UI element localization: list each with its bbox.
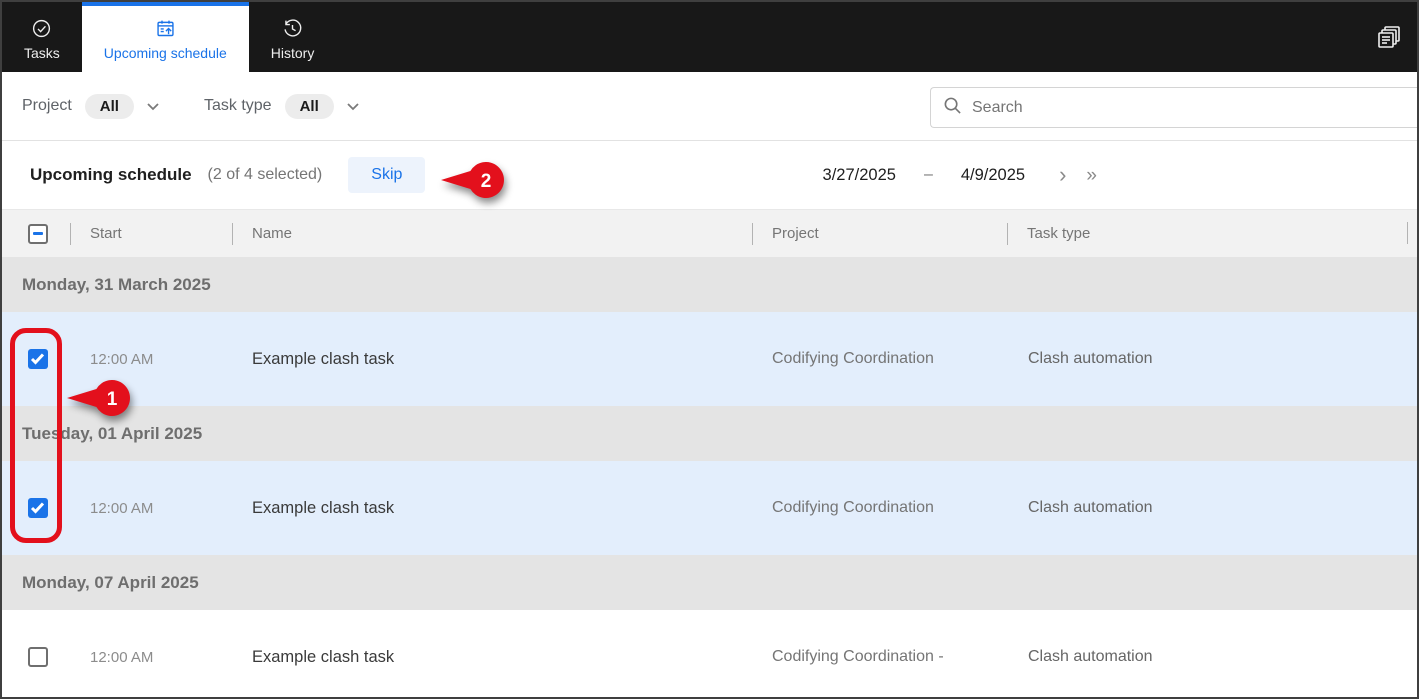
skip-button[interactable]: Skip bbox=[348, 157, 426, 193]
cell-project: Codifying Coordination bbox=[772, 499, 934, 516]
tab-label: History bbox=[270, 44, 315, 61]
table-row[interactable]: 12:00 AM Example clash task Codifying Co… bbox=[2, 610, 1417, 697]
cell-name: Example clash task bbox=[252, 349, 395, 368]
date-range: 3/27/2025 – 4/9/2025 › » bbox=[823, 164, 1097, 186]
project-filter-label: Project bbox=[22, 97, 72, 114]
column-header-project[interactable]: Project bbox=[752, 222, 1007, 246]
group-row: Monday, 31 March 2025 bbox=[2, 257, 1417, 312]
row-checkbox[interactable] bbox=[28, 647, 48, 667]
next-period-icon[interactable]: › bbox=[1059, 164, 1066, 186]
table-header: Start Name Project Task type bbox=[2, 210, 1417, 257]
date-separator: – bbox=[923, 166, 933, 183]
upcoming-schedule-panel: Tasks Upcoming schedule History Project bbox=[0, 0, 1419, 699]
cell-task-type: Clash automation bbox=[1028, 648, 1153, 665]
cell-task-type: Clash automation bbox=[1028, 350, 1153, 367]
tab-tasks[interactable]: Tasks bbox=[2, 2, 82, 72]
cell-name: Example clash task bbox=[252, 498, 395, 517]
group-row: Monday, 07 April 2025 bbox=[2, 555, 1417, 610]
row-checkbox[interactable] bbox=[28, 498, 48, 518]
history-icon bbox=[282, 18, 304, 40]
tab-upcoming-schedule[interactable]: Upcoming schedule bbox=[81, 2, 249, 72]
column-header-start[interactable]: Start bbox=[70, 222, 232, 246]
cell-task-type: Clash automation bbox=[1028, 499, 1153, 516]
date-to[interactable]: 4/9/2025 bbox=[961, 166, 1025, 185]
table-row[interactable]: 12:00 AM Example clash task Codifying Co… bbox=[2, 312, 1417, 406]
action-bar: Upcoming schedule (2 of 4 selected) Skip… bbox=[2, 141, 1417, 210]
project-filter-value[interactable]: All bbox=[84, 93, 134, 119]
cell-start: 12:00 AM bbox=[90, 350, 154, 368]
search-box bbox=[930, 87, 1417, 128]
tab-bar: Tasks Upcoming schedule History bbox=[2, 2, 1417, 72]
page-title: Upcoming schedule bbox=[30, 165, 192, 184]
cell-name: Example clash task bbox=[252, 647, 395, 666]
selection-count: (2 of 4 selected) bbox=[207, 166, 323, 183]
cell-project: Codifying Coordination - bbox=[772, 648, 944, 665]
tab-history[interactable]: History bbox=[249, 2, 337, 72]
tab-label: Upcoming schedule bbox=[103, 44, 227, 61]
select-all-checkbox[interactable] bbox=[28, 223, 48, 244]
chevron-down-icon[interactable] bbox=[146, 102, 160, 111]
filter-bar: Project All Task type All bbox=[2, 72, 1417, 141]
task-type-filter-value[interactable]: All bbox=[284, 93, 334, 119]
calendar-upload-icon bbox=[154, 18, 176, 40]
column-header-name[interactable]: Name bbox=[232, 222, 752, 246]
cell-project: Codifying Coordination bbox=[772, 350, 934, 367]
row-checkbox[interactable] bbox=[28, 349, 48, 369]
group-row: Tuesday, 01 April 2025 bbox=[2, 406, 1417, 461]
task-type-filter-label: Task type bbox=[203, 97, 272, 114]
group-date: Monday, 07 April 2025 bbox=[22, 572, 199, 592]
search-icon bbox=[943, 96, 962, 120]
group-date: Tuesday, 01 April 2025 bbox=[22, 423, 203, 443]
stacked-pages-icon[interactable] bbox=[1375, 24, 1405, 54]
cell-start: 12:00 AM bbox=[90, 499, 154, 517]
chevron-down-icon[interactable] bbox=[346, 102, 360, 111]
search-input[interactable] bbox=[972, 98, 1405, 117]
check-circle-icon bbox=[31, 18, 53, 40]
tab-label: Tasks bbox=[24, 44, 60, 61]
select-all-cell bbox=[2, 223, 70, 244]
group-date: Monday, 31 March 2025 bbox=[22, 274, 211, 294]
date-from[interactable]: 3/27/2025 bbox=[823, 166, 896, 185]
table-row[interactable]: 12:00 AM Example clash task Codifying Co… bbox=[2, 461, 1417, 555]
cell-start: 12:00 AM bbox=[90, 648, 154, 666]
column-header-task-type[interactable]: Task type bbox=[1007, 222, 1417, 246]
last-period-icon[interactable]: » bbox=[1086, 166, 1097, 185]
header-end-divider bbox=[1407, 222, 1408, 244]
